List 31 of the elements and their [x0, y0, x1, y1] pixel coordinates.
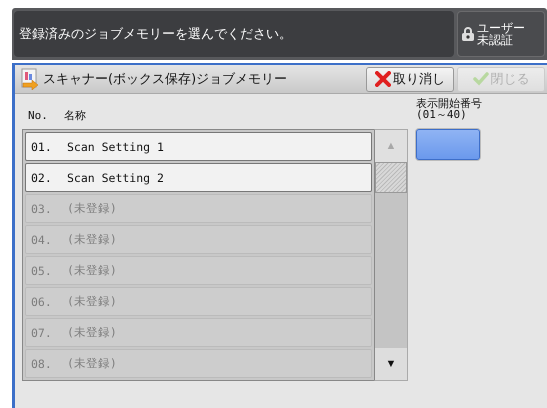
instruction-text: 登録済みのジョブメモリーを選んでください。	[19, 26, 292, 43]
cancel-button[interactable]: 取り消し	[366, 66, 454, 92]
list-row[interactable]: 02. Scan Setting 2	[25, 163, 372, 192]
column-header: No.	[28, 108, 49, 122]
row-number: 05.	[31, 264, 53, 278]
scroll-down-button[interactable]: ▼	[375, 348, 407, 380]
row-number: 04.	[31, 232, 53, 246]
cross-icon	[375, 71, 391, 87]
row-number: 02.	[31, 170, 53, 184]
row-name: (未登録)	[67, 325, 117, 340]
row-name: (未登録)	[67, 294, 117, 309]
lock-icon	[462, 27, 474, 41]
row-name: (未登録)	[67, 356, 117, 371]
row-number: 01.	[31, 140, 53, 154]
scroll-thumb[interactable]	[375, 162, 407, 193]
start-number-label: 表示開始番号 (01～40)	[416, 98, 482, 120]
start-number-field[interactable]	[416, 129, 480, 160]
user-button[interactable]: ユーザー 未認証	[457, 11, 545, 57]
row-name: (未登録)	[67, 201, 117, 216]
row-number: 08.	[31, 356, 53, 370]
row-number: 07.	[31, 326, 53, 340]
row-name: Scan Setting 1	[67, 140, 164, 154]
list-row[interactable]: 01. Scan Setting 1	[25, 132, 372, 161]
row-number: 06.	[31, 294, 53, 308]
panel-title: スキャナー(ボックス保存)ジョブメモリー	[43, 71, 288, 88]
row-name: (未登録)	[67, 232, 117, 247]
row-name: (未登録)	[67, 263, 117, 278]
row-name: Scan Setting 2	[67, 170, 164, 184]
row-number: 03.	[31, 202, 53, 216]
column-header: 名称	[64, 108, 86, 122]
checkmark-icon	[472, 72, 488, 86]
